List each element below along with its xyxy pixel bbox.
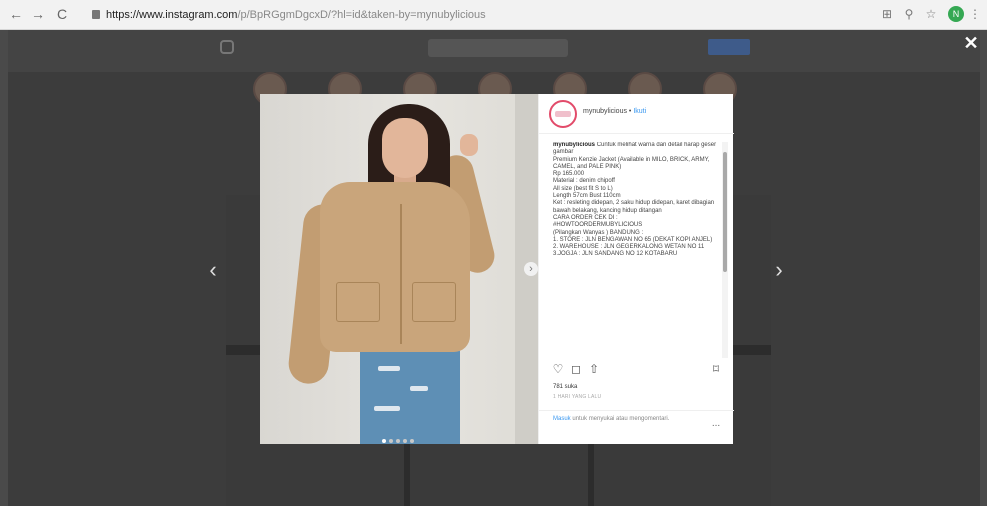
- page-viewport: ✕ ‹ › › mynubylicious • Ikuti mynubylici…: [8, 30, 980, 506]
- lock-icon: [92, 10, 100, 19]
- post-photo[interactable]: ›: [260, 94, 538, 444]
- carousel-dot: [403, 439, 407, 443]
- photo-hand: [460, 134, 478, 156]
- caption-line: Ket : resleting didepan, 2 saku hidup di…: [553, 200, 715, 214]
- share-icon[interactable]: ⇧: [587, 362, 601, 376]
- carousel-dot: [382, 439, 386, 443]
- carousel-dots: [382, 430, 417, 443]
- image-next-icon[interactable]: ›: [524, 262, 538, 276]
- address-bar[interactable]: https://www.instagram.com/p/BpRGgmDgcxD/…: [88, 5, 848, 25]
- background-search: [428, 39, 568, 57]
- url-host: https://www.instagram.com: [106, 9, 238, 21]
- post-header: mynubylicious • Ikuti: [539, 94, 734, 134]
- caption-line: CARA ORDER CEK DI :: [553, 214, 618, 221]
- reload-icon[interactable]: C: [54, 6, 70, 22]
- forward-icon[interactable]: →: [30, 6, 46, 22]
- caption-line: Material : denim chipoff: [553, 178, 615, 185]
- carousel-dot: [389, 439, 393, 443]
- caption-line: Rp 165.000: [553, 171, 585, 178]
- photo-jacket: [320, 182, 470, 352]
- bookmark-icon[interactable]: ⌑: [709, 362, 723, 376]
- profile-avatar[interactable]: N: [948, 6, 964, 22]
- zoom-icon[interactable]: ⚲: [902, 7, 916, 21]
- scroll-thumb[interactable]: [723, 152, 727, 272]
- background-login-button: [708, 39, 750, 55]
- jacket-zip: [400, 204, 402, 344]
- divider: [539, 410, 734, 411]
- caption-line: 3.JOGJA : JLN SANDANG NO 12 KOTABARU: [553, 251, 678, 258]
- background-header: [8, 30, 980, 72]
- caption-line: Premium Kenzie Jacket (Available in MILO…: [553, 156, 710, 170]
- username-text[interactable]: mynubylicious: [583, 108, 627, 115]
- next-post-icon[interactable]: ›: [772, 259, 786, 281]
- star-icon[interactable]: ☆: [924, 7, 938, 21]
- post-modal: › mynubylicious • Ikuti mynubylicious Cu…: [260, 94, 734, 444]
- jacket-pocket: [412, 282, 456, 322]
- jeans-rip: [410, 386, 428, 391]
- avatar-logo: [555, 111, 571, 117]
- post-timestamp: 1 HARI YANG LALU: [553, 394, 602, 400]
- caption-line: #HOWTOORDERMUBYLICIOUS: [553, 222, 643, 229]
- back-icon[interactable]: ←: [8, 6, 24, 22]
- jeans-rip: [374, 406, 400, 411]
- carousel-dot: [410, 439, 414, 443]
- caption-scrollbar[interactable]: [722, 142, 728, 358]
- login-prompt-text: untuk menyukai atau mengomentari.: [572, 416, 670, 422]
- menu-icon[interactable]: ⋮: [968, 7, 982, 21]
- follow-button[interactable]: Ikuti: [633, 108, 646, 115]
- like-count[interactable]: 781 suka: [553, 384, 577, 390]
- photo-face: [382, 118, 428, 178]
- login-link[interactable]: Masuk: [553, 416, 571, 422]
- caption-line: 2. WAREHOUSE : JLN GEGERKALONG WETAN NO …: [553, 244, 705, 251]
- close-icon[interactable]: ✕: [963, 34, 979, 52]
- url-path: /p/BpRGgmDgcxD/?hl=id&taken-by=mynubylic…: [237, 9, 486, 21]
- instagram-logo-icon: [220, 40, 234, 54]
- post-sidebar: mynubylicious • Ikuti mynubylicious Cunt…: [538, 94, 734, 444]
- post-caption: mynubylicious Cuntuk melihat warna dan d…: [553, 142, 718, 358]
- jeans-rip: [378, 366, 400, 371]
- login-prompt: Masuk untuk menyukai atau mengomentari.: [553, 416, 703, 423]
- jacket-pocket: [336, 282, 380, 322]
- browser-toolbar: ← → C https://www.instagram.com/p/BpRGgm…: [0, 0, 987, 30]
- translate-icon[interactable]: ⊞: [880, 7, 894, 21]
- more-options-icon[interactable]: ...: [707, 419, 725, 429]
- caption-line: (Pilangkan Wanyas ) BANDUNG :: [553, 229, 644, 236]
- caption-line: Length 57cm Bust 110cm: [553, 193, 621, 200]
- caption-line: 1. STORE : JLN BENGAWAN NO 65 (DEKAT KOP…: [553, 236, 713, 243]
- post-actions: ♡ ◻ ⇧ ⌑: [539, 360, 734, 380]
- prev-post-icon[interactable]: ‹: [206, 259, 220, 281]
- comment-icon[interactable]: ◻: [569, 362, 583, 376]
- caption-username[interactable]: mynubylicious: [553, 142, 595, 148]
- post-username[interactable]: mynubylicious • Ikuti: [583, 108, 646, 115]
- carousel-dot: [396, 439, 400, 443]
- heart-icon[interactable]: ♡: [551, 362, 565, 376]
- caption-line: All size (best fit S to L): [553, 185, 613, 192]
- avatar[interactable]: [549, 100, 577, 128]
